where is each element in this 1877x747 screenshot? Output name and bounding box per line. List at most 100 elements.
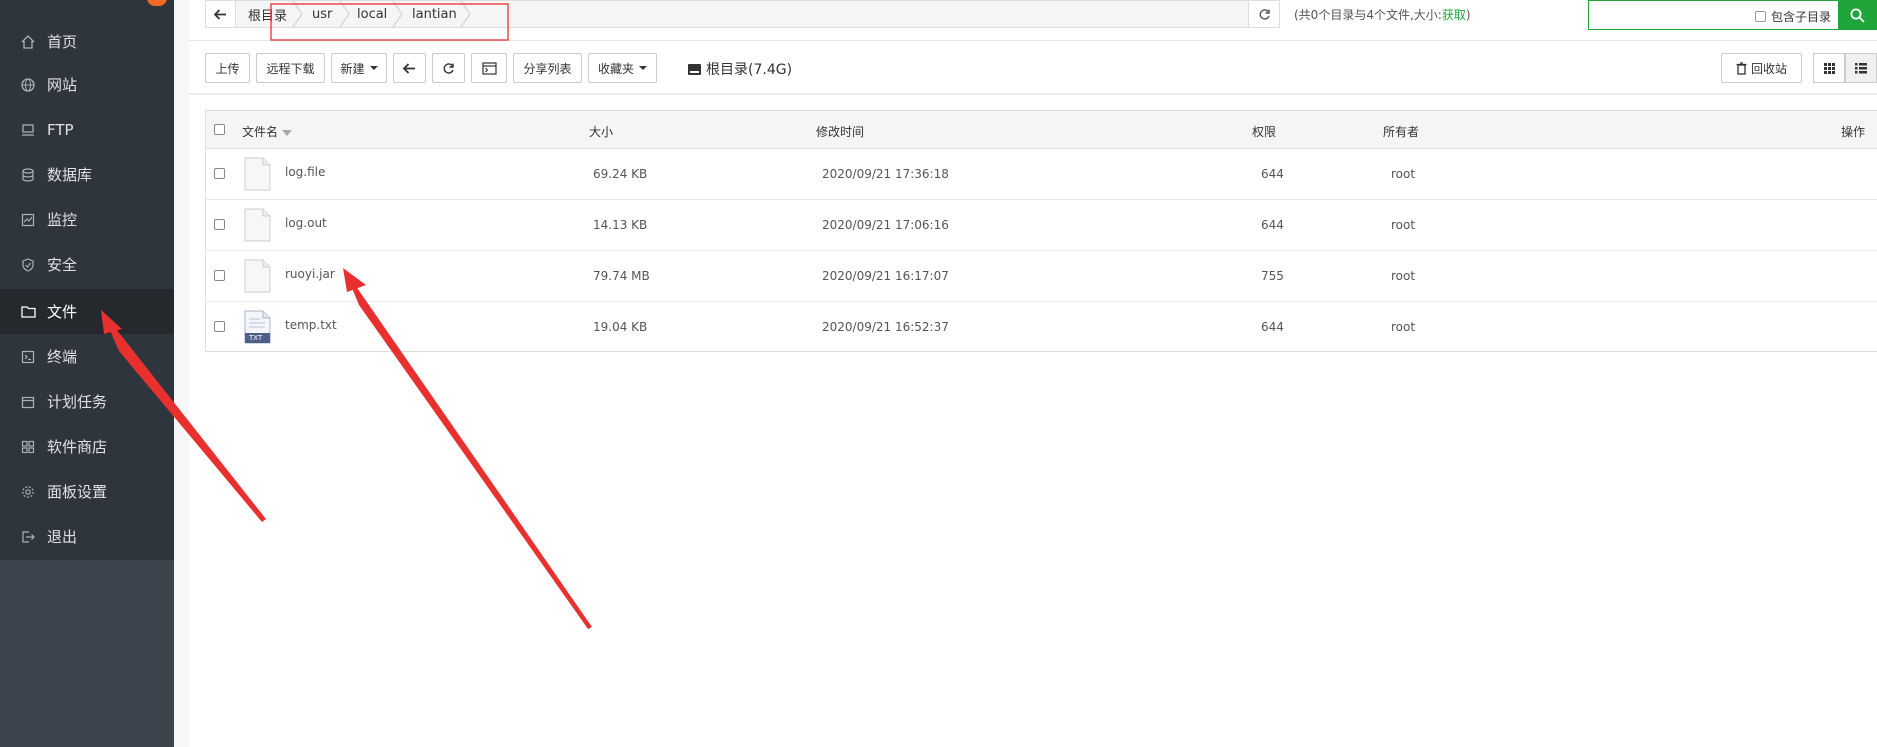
- new-label: 新建: [340, 61, 365, 76]
- file-name[interactable]: temp.txt: [285, 318, 337, 332]
- apps-icon: [20, 439, 36, 455]
- header-name[interactable]: 文件名: [242, 123, 293, 140]
- file-name[interactable]: log.out: [285, 216, 327, 230]
- caret-down-icon: [369, 66, 378, 70]
- file-owner[interactable]: root: [1391, 218, 1415, 232]
- txt-badge: TXT: [249, 334, 263, 342]
- sidebar-item-home[interactable]: 首页: [0, 19, 174, 64]
- recycle-bin-button[interactable]: 回收站: [1721, 53, 1802, 83]
- row-checkbox[interactable]: [214, 168, 225, 179]
- favorites-dropdown-button[interactable]: 收藏夹: [588, 53, 657, 83]
- select-all-checkbox[interactable]: [214, 124, 225, 135]
- file-owner[interactable]: root: [1391, 320, 1415, 334]
- row-checkbox[interactable]: [214, 219, 225, 230]
- file-name[interactable]: log.file: [285, 165, 325, 179]
- logout-icon: [20, 529, 36, 545]
- grid-view-button[interactable]: [1813, 53, 1845, 83]
- table-row[interactable]: TXT temp.txt 19.04 KB 2020/09/21 16:52:3…: [206, 302, 1877, 353]
- sidebar-item-settings[interactable]: 面板设置: [0, 469, 174, 514]
- refresh-icon: [1259, 8, 1270, 20]
- file-mtime: 2020/09/21 16:17:07: [822, 269, 949, 283]
- globe-icon: [20, 77, 36, 93]
- breadcrumb-lantian[interactable]: lantian: [412, 1, 457, 27]
- search-box: 包含子目录: [1588, 0, 1877, 30]
- summary-close: ): [1465, 8, 1471, 22]
- sidebar: 首页 网站 FTP 数据库 监控 安全 文件 终端 计划任务 软件商店 面板设置…: [0, 0, 174, 747]
- file-owner[interactable]: root: [1391, 167, 1415, 181]
- breadcrumb-separator: [292, 1, 303, 27]
- path-bar: 根目录 usr local lantian: [205, 0, 1280, 28]
- recycle-bin-label: 回收站: [1750, 61, 1787, 76]
- sidebar-item-label: 网站: [47, 76, 78, 94]
- calendar-icon: [20, 394, 36, 410]
- new-dropdown-button[interactable]: 新建: [331, 53, 387, 83]
- share-list-button[interactable]: 分享列表: [513, 53, 582, 83]
- upload-button[interactable]: 上传: [205, 53, 250, 83]
- sidebar-item-label: 文件: [47, 303, 78, 321]
- row-checkbox[interactable]: [214, 321, 225, 332]
- file-owner[interactable]: root: [1391, 269, 1415, 283]
- breadcrumb-usr[interactable]: usr: [312, 1, 332, 27]
- file-permission[interactable]: 755: [1261, 269, 1284, 283]
- sidebar-item-label: 安全: [47, 256, 78, 274]
- sidebar-item-label: 终端: [47, 348, 78, 366]
- get-size-link[interactable]: 获取: [1442, 8, 1466, 22]
- sidebar-item-label: 退出: [47, 528, 78, 546]
- arrow-left-icon: [403, 62, 415, 74]
- terminal-button[interactable]: [471, 53, 507, 83]
- sidebar-item-files[interactable]: 文件: [0, 289, 174, 334]
- sort-down-icon: [282, 129, 293, 136]
- directory-summary: (共0个目录与4个文件,大小:获取): [1294, 6, 1471, 23]
- table-row[interactable]: log.file 69.24 KB 2020/09/21 17:36:18 64…: [206, 149, 1877, 200]
- toolbar-divider: [189, 93, 1877, 95]
- refresh-path-button[interactable]: [1248, 1, 1279, 27]
- sidebar-item-cron[interactable]: 计划任务: [0, 379, 174, 424]
- search-input[interactable]: [1591, 3, 1741, 27]
- table-row[interactable]: log.out 14.13 KB 2020/09/21 17:06:16 644…: [206, 200, 1877, 251]
- back-button[interactable]: [206, 1, 236, 27]
- file-permission[interactable]: 644: [1261, 218, 1284, 232]
- terminal-icon: [20, 349, 36, 365]
- list-view-button[interactable]: [1845, 53, 1877, 83]
- terminal-icon: [481, 61, 497, 75]
- include-subdir-label: 包含子目录: [1771, 10, 1832, 24]
- caret-down-icon: [639, 66, 647, 70]
- sidebar-item-database[interactable]: 数据库: [0, 152, 174, 197]
- refresh-button[interactable]: [432, 53, 465, 83]
- file-name[interactable]: ruoyi.jar: [285, 267, 335, 281]
- file-size: 19.04 KB: [593, 320, 648, 334]
- file-table: 文件名 大小 修改时间 权限 所有者 操作 log.file 69.24 KB …: [205, 110, 1877, 352]
- file-permission[interactable]: 644: [1261, 167, 1284, 181]
- include-subdir-checkbox[interactable]: 包含子目录: [1755, 8, 1831, 25]
- header-size[interactable]: 大小: [589, 123, 613, 140]
- ftp-icon: [20, 122, 36, 138]
- sidebar-item-label: 监控: [47, 211, 78, 229]
- trash-icon: [1736, 61, 1747, 75]
- breadcrumb-root[interactable]: 根目录: [248, 1, 287, 27]
- file-mtime: 2020/09/21 17:36:18: [822, 167, 949, 181]
- go-back-button[interactable]: [393, 53, 426, 83]
- sidebar-item-appstore[interactable]: 软件商店: [0, 424, 174, 469]
- sidebar-item-logout[interactable]: 退出: [0, 514, 174, 559]
- row-checkbox[interactable]: [214, 270, 225, 281]
- sidebar-item-terminal[interactable]: 终端: [0, 334, 174, 379]
- sidebar-item-ftp[interactable]: FTP: [0, 107, 174, 152]
- sidebar-item-website[interactable]: 网站: [0, 62, 174, 107]
- home-icon: [20, 34, 36, 50]
- table-row[interactable]: ruoyi.jar 79.74 MB 2020/09/21 16:17:07 7…: [206, 251, 1877, 302]
- sidebar-item-security[interactable]: 安全: [0, 242, 174, 287]
- notification-badge[interactable]: [147, 0, 167, 6]
- remote-download-button[interactable]: 远程下载: [256, 53, 325, 83]
- search-button[interactable]: [1838, 1, 1876, 29]
- header-mtime[interactable]: 修改时间: [816, 123, 864, 140]
- breadcrumb-local[interactable]: local: [357, 1, 387, 27]
- disk-info[interactable]: 根目录(7.4G): [688, 59, 792, 79]
- monitor-icon: [20, 212, 36, 228]
- summary-text: (共0个目录与4个文件,大小:: [1294, 8, 1442, 22]
- sidebar-item-monitor[interactable]: 监控: [0, 197, 174, 242]
- file-size: 69.24 KB: [593, 167, 648, 181]
- sidebar-item-label: FTP: [47, 120, 74, 139]
- file-permission[interactable]: 644: [1261, 320, 1284, 334]
- checkbox-box[interactable]: [1755, 11, 1766, 22]
- arrow-left-icon: [214, 8, 226, 20]
